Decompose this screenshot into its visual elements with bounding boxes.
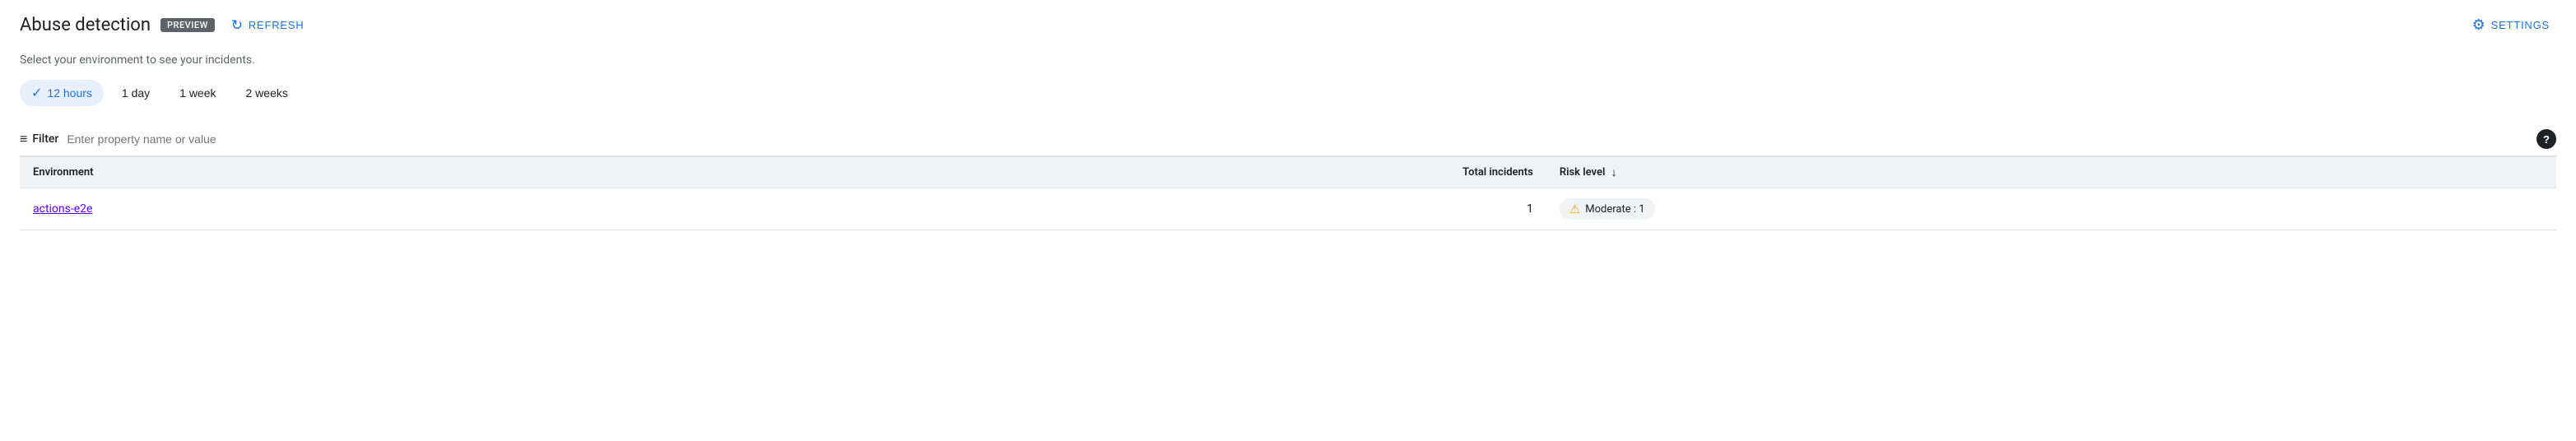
time-filter-1w-label: 1 week bbox=[179, 86, 216, 100]
col-header-environment: Environment bbox=[20, 157, 742, 188]
time-filter-12h[interactable]: ✓ 12 hours bbox=[20, 80, 104, 106]
col-header-risk-level[interactable]: Risk level ↓ bbox=[1546, 157, 2556, 188]
help-button[interactable]: ? bbox=[2536, 129, 2556, 149]
col-header-total-incidents: Total incidents bbox=[742, 157, 1546, 188]
time-filter-1d[interactable]: 1 day bbox=[110, 81, 161, 104]
risk-badge: ⚠ Moderate : 1 bbox=[1560, 198, 1655, 220]
time-filter-group: ✓ 12 hours 1 day 1 week 2 weeks bbox=[20, 80, 2556, 106]
cell-environment: actions-e2e bbox=[20, 188, 742, 230]
settings-button[interactable]: ⚙ SETTINGS bbox=[2466, 13, 2556, 37]
time-filter-2w[interactable]: 2 weeks bbox=[235, 81, 300, 104]
time-filter-1d-label: 1 day bbox=[122, 86, 150, 100]
filter-bar: ≡ Filter ? bbox=[20, 123, 2556, 156]
check-icon: ✓ bbox=[31, 85, 42, 101]
table-row: actions-e2e 1 ⚠ Moderate : 1 bbox=[20, 188, 2556, 230]
refresh-button[interactable]: ↻ REFRESH bbox=[225, 14, 311, 37]
subtitle-text: Select your environment to see your inci… bbox=[20, 53, 2556, 67]
cell-total-incidents: 1 bbox=[742, 188, 1546, 230]
header-row: Abuse detection PREVIEW ↻ REFRESH ⚙ SETT… bbox=[20, 13, 2556, 37]
time-filter-12h-label: 12 hours bbox=[47, 86, 91, 100]
time-filter-2w-label: 2 weeks bbox=[246, 86, 288, 100]
refresh-label: REFRESH bbox=[249, 19, 305, 31]
risk-level-text: Moderate : 1 bbox=[1585, 203, 1644, 216]
filter-label-text: Filter bbox=[32, 132, 58, 146]
cell-risk-level: ⚠ Moderate : 1 bbox=[1546, 188, 2556, 230]
preview-badge: PREVIEW bbox=[160, 18, 215, 32]
filter-icon: ≡ bbox=[20, 131, 27, 147]
refresh-icon: ↻ bbox=[231, 17, 244, 34]
filter-label: ≡ Filter bbox=[20, 131, 58, 147]
settings-label: SETTINGS bbox=[2491, 19, 2550, 31]
incidents-table: Environment Total incidents Risk level ↓… bbox=[20, 156, 2556, 230]
header-left: Abuse detection PREVIEW ↻ REFRESH bbox=[20, 14, 311, 37]
sort-desc-icon: ↓ bbox=[1611, 165, 1617, 179]
help-icon: ? bbox=[2543, 133, 2550, 146]
page-title: Abuse detection bbox=[20, 15, 151, 35]
time-filter-1w[interactable]: 1 week bbox=[168, 81, 227, 104]
gear-icon: ⚙ bbox=[2472, 16, 2486, 34]
warning-triangle-icon: ⚠ bbox=[1569, 202, 1580, 216]
environment-link[interactable]: actions-e2e bbox=[33, 202, 92, 216]
table-header-row: Environment Total incidents Risk level ↓ bbox=[20, 157, 2556, 188]
filter-input[interactable] bbox=[67, 132, 2528, 146]
